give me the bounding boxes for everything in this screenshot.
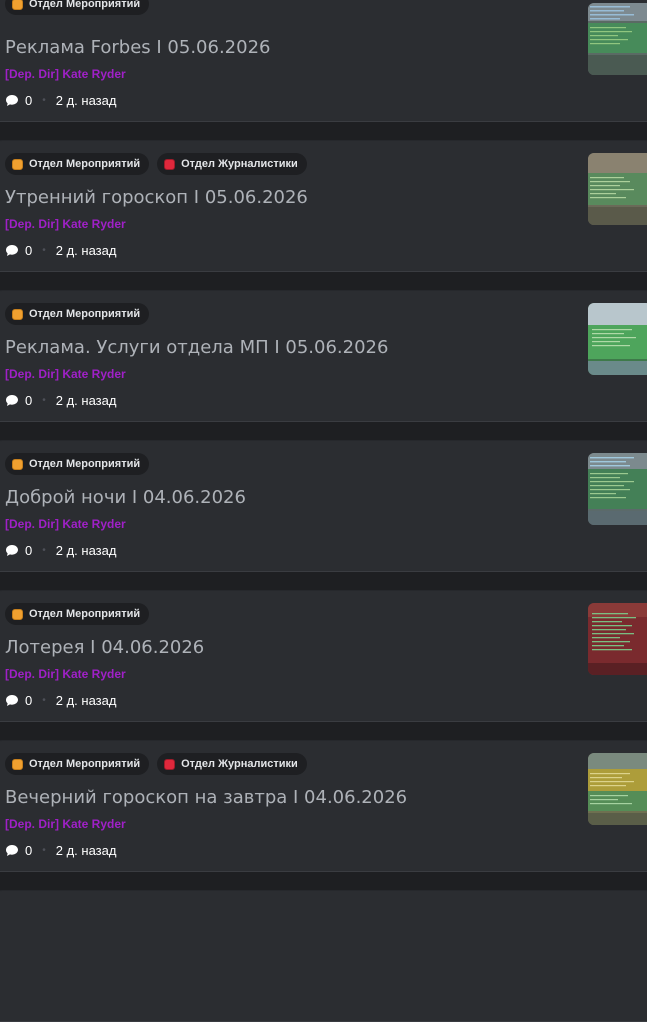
post-title[interactable]: Утренний гороскоп I 05.06.2026: [5, 187, 308, 208]
tag-label: Отдел Журналистики: [181, 158, 298, 170]
forum-post-card[interactable]: Отдел Мероприятий Реклама Forbes I 05.06…: [0, 0, 647, 122]
comment-count: 0: [25, 93, 33, 108]
forum-post-card[interactable]: [0, 890, 647, 1022]
post-title[interactable]: Лотерея I 04.06.2026: [5, 637, 204, 658]
post-time: 2 д. назад: [55, 543, 117, 558]
post-meta: 0 • 2 д. назад: [5, 243, 116, 258]
post-time: 2 д. назад: [55, 843, 117, 858]
tag-events-department[interactable]: Отдел Мероприятий: [5, 453, 150, 475]
tag-row: Отдел Мероприятий: [5, 453, 150, 475]
tag-events-department[interactable]: Отдел Мероприятий: [5, 753, 150, 775]
tag-label: Отдел Мероприятий: [29, 758, 141, 770]
tag-row: Отдел Мероприятий: [5, 0, 150, 15]
post-author[interactable]: [Dep. Dir] Kate Ryder: [5, 517, 126, 531]
post-meta: 0 • 2 д. назад: [5, 543, 116, 558]
post-thumbnail[interactable]: [588, 3, 647, 75]
tag-square-icon: [12, 158, 23, 170]
speech-bubble-icon: [6, 395, 18, 406]
tag-label: Отдел Мероприятий: [29, 158, 141, 170]
tag-square-icon: [12, 308, 23, 320]
post-meta: 0 • 2 д. назад: [5, 93, 116, 108]
comment-count: 0: [25, 543, 33, 558]
post-thumbnail[interactable]: [588, 303, 647, 375]
speech-bubble-icon: [6, 845, 18, 856]
tag-events-department[interactable]: Отдел Мероприятий: [5, 303, 150, 325]
post-thumbnail[interactable]: [588, 453, 647, 525]
tag-events-department[interactable]: Отдел Мероприятий: [5, 153, 150, 175]
forum-post-card[interactable]: Отдел Мероприятий Отдел Журналистики Веч…: [0, 740, 647, 872]
tag-square-icon: [12, 608, 23, 620]
post-meta: 0 • 2 д. назад: [5, 693, 116, 708]
tag-row: Отдел Мероприятий: [5, 303, 150, 325]
tag-label: Отдел Мероприятий: [29, 0, 141, 10]
post-thumbnail[interactable]: [588, 153, 647, 225]
tag-square-icon: [164, 158, 176, 170]
tag-square-icon: [12, 458, 23, 470]
forum-post-card[interactable]: Отдел Мероприятий Лотерея I 04.06.2026 […: [0, 590, 647, 722]
tag-label: Отдел Мероприятий: [29, 458, 141, 470]
post-thumbnail[interactable]: [588, 753, 647, 825]
separator-dot: •: [42, 95, 46, 106]
comment-count: 0: [25, 843, 33, 858]
separator-dot: •: [42, 845, 46, 856]
tag-journalism-department[interactable]: Отдел Журналистики: [157, 753, 307, 775]
tag-label: Отдел Мероприятий: [29, 308, 141, 320]
speech-bubble-icon: [6, 95, 18, 106]
tag-row: Отдел Мероприятий Отдел Журналистики: [5, 153, 307, 175]
tag-square-icon: [12, 758, 23, 770]
post-title[interactable]: Реклама. Услуги отдела МП I 05.06.2026: [5, 337, 388, 358]
post-title[interactable]: Вечерний гороскоп на завтра I 04.06.2026: [5, 787, 407, 808]
post-author[interactable]: [Dep. Dir] Kate Ryder: [5, 667, 126, 681]
tag-label: Отдел Мероприятий: [29, 608, 141, 620]
comment-count: 0: [25, 693, 33, 708]
separator-dot: •: [42, 395, 46, 406]
forum-post-card[interactable]: Отдел Мероприятий Доброй ночи I 04.06.20…: [0, 440, 647, 572]
tag-journalism-department[interactable]: Отдел Журналистики: [157, 153, 307, 175]
post-author[interactable]: [Dep. Dir] Kate Ryder: [5, 367, 126, 381]
separator-dot: •: [42, 245, 46, 256]
tag-row: Отдел Мероприятий: [5, 603, 150, 625]
post-time: 2 д. назад: [55, 693, 117, 708]
post-meta: 0 • 2 д. назад: [5, 393, 116, 408]
speech-bubble-icon: [6, 545, 18, 556]
forum-post-card[interactable]: Отдел Мероприятий Отдел Журналистики Утр…: [0, 140, 647, 272]
tag-row: Отдел Мероприятий Отдел Журналистики: [5, 753, 307, 775]
separator-dot: •: [42, 545, 46, 556]
post-time: 2 д. назад: [55, 393, 117, 408]
speech-bubble-icon: [6, 695, 18, 706]
post-author[interactable]: [Dep. Dir] Kate Ryder: [5, 217, 126, 231]
post-author[interactable]: [Dep. Dir] Kate Ryder: [5, 817, 126, 831]
tag-square-icon: [12, 0, 23, 10]
tag-label: Отдел Журналистики: [181, 758, 298, 770]
separator-dot: •: [42, 695, 46, 706]
post-meta: 0 • 2 д. назад: [5, 843, 116, 858]
post-title[interactable]: Доброй ночи I 04.06.2026: [5, 487, 246, 508]
post-time: 2 д. назад: [55, 93, 117, 108]
tag-events-department[interactable]: Отдел Мероприятий: [5, 603, 150, 625]
comment-count: 0: [25, 243, 33, 258]
forum-post-card[interactable]: Отдел Мероприятий Реклама. Услуги отдела…: [0, 290, 647, 422]
tag-events-department[interactable]: Отдел Мероприятий: [5, 0, 150, 15]
post-title[interactable]: Реклама Forbes I 05.06.2026: [5, 37, 270, 58]
post-author[interactable]: [Dep. Dir] Kate Ryder: [5, 67, 126, 81]
post-time: 2 д. назад: [55, 243, 117, 258]
comment-count: 0: [25, 393, 33, 408]
post-thumbnail[interactable]: [588, 603, 647, 675]
tag-square-icon: [164, 758, 176, 770]
speech-bubble-icon: [6, 245, 18, 256]
